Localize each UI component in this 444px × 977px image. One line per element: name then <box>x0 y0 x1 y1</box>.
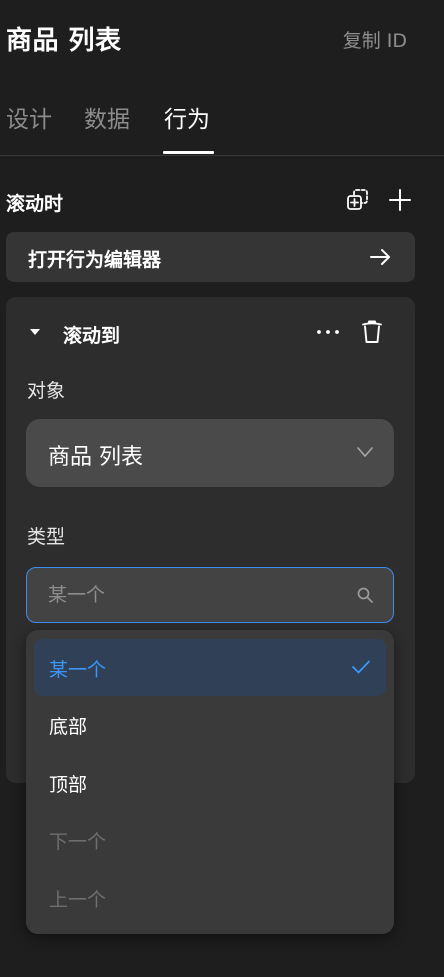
editor-bar-label: 打开行为编辑器 <box>28 249 162 271</box>
option-label: 某一个 <box>49 659 107 681</box>
option-label: 上一个 <box>49 889 107 911</box>
plus-icon[interactable] <box>386 186 414 214</box>
option-label: 底部 <box>49 716 88 738</box>
action-title: 滚动到 <box>63 325 121 347</box>
tab-design[interactable]: 设计 <box>6 100 52 134</box>
checkmark-icon <box>350 657 372 677</box>
section-title: 滚动时 <box>6 193 64 215</box>
arrow-right-icon <box>367 244 393 270</box>
type-dropdown-menu: 某一个 底部 顶部 下一个 上一个 <box>26 630 394 934</box>
chevron-down-icon <box>356 443 374 461</box>
open-behavior-editor-button[interactable]: 打开行为编辑器 <box>6 232 415 282</box>
trash-icon[interactable] <box>360 318 384 346</box>
option-label: 下一个 <box>49 831 107 853</box>
tab-behavior[interactable]: 行为 <box>164 100 210 134</box>
dropdown-option-bottom[interactable]: 底部 <box>34 696 386 753</box>
caret-down-icon[interactable] <box>28 326 42 338</box>
type-label: 类型 <box>27 526 66 548</box>
copy-id-button[interactable]: 复制 ID <box>343 26 407 53</box>
dropdown-option-previous: 上一个 <box>34 869 386 926</box>
dropdown-option-next: 下一个 <box>34 811 386 868</box>
more-options-icon[interactable] <box>314 320 342 344</box>
tabs-divider <box>0 155 444 156</box>
dropdown-option-specific[interactable]: 某一个 <box>34 639 386 696</box>
search-icon <box>355 585 375 605</box>
type-search-input[interactable] <box>48 581 338 609</box>
option-label: 顶部 <box>49 774 88 796</box>
type-search-field[interactable] <box>26 567 394 623</box>
object-select[interactable]: 商品 列表 <box>26 419 394 487</box>
object-select-value: 商品 列表 <box>48 445 143 470</box>
copy-add-icon[interactable] <box>344 186 372 214</box>
dropdown-option-top[interactable]: 顶部 <box>34 754 386 811</box>
object-label: 对象 <box>27 380 66 402</box>
page-title: 商品 列表 <box>6 26 122 56</box>
tab-data[interactable]: 数据 <box>84 100 130 134</box>
active-tab-indicator <box>163 151 214 154</box>
